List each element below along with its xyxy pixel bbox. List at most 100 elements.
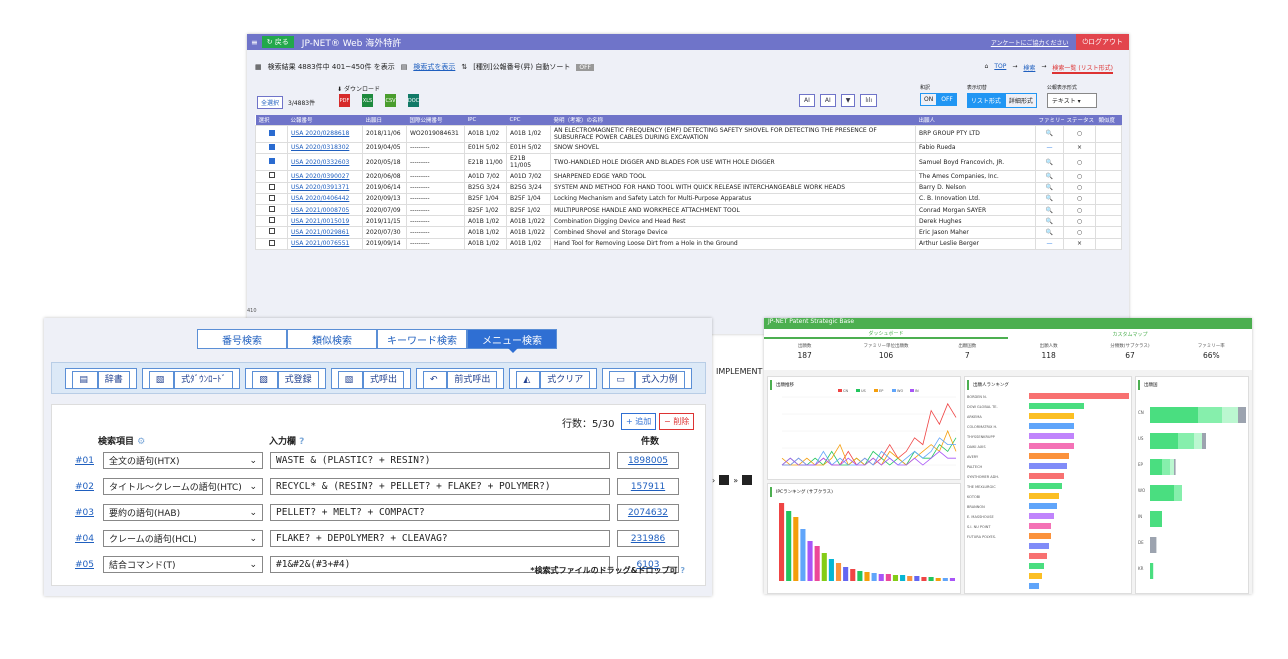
family-search-icon[interactable]: — — [1036, 238, 1064, 249]
table-row[interactable]: USA 2020/03900272020/06/08---------A01D … — [256, 171, 1122, 182]
excel-download-icon[interactable]: XLS — [362, 94, 373, 107]
family-search-icon[interactable]: 🔍 — [1036, 193, 1064, 204]
publication-number-link[interactable]: USA 2021/0015019 — [288, 216, 363, 227]
tab-number-search[interactable]: 番号検索 — [197, 329, 287, 349]
tab-dashboard[interactable]: ダッシュボード — [764, 330, 1008, 339]
publication-number-link[interactable]: USA 2020/0318302 — [288, 142, 363, 153]
select-all-button[interactable]: 全選択 — [257, 96, 283, 109]
field-select[interactable]: 全文の語句(HTX)⌄ — [103, 452, 263, 469]
publication-number-link[interactable]: USA 2020/0332603 — [288, 154, 363, 171]
help-icon[interactable]: ? — [680, 566, 685, 575]
pdf-download-icon[interactable]: PDF — [339, 94, 350, 107]
breadcrumb-top[interactable]: TOP — [994, 63, 1006, 74]
row-checkbox[interactable] — [269, 158, 275, 164]
hit-count-link[interactable]: 157911 — [617, 478, 679, 495]
page-box[interactable] — [742, 475, 752, 485]
column-header[interactable]: 発明（考案）の名称 — [551, 115, 916, 125]
publication-number-link[interactable]: USA 2021/0008705 — [288, 205, 363, 216]
tab-similar-search[interactable]: 類似検索 — [287, 329, 377, 349]
family-search-icon[interactable]: 🔍 — [1036, 171, 1064, 182]
hit-count-link[interactable]: 2074632 — [617, 504, 679, 521]
query-input[interactable]: PELLET? + MELT? + COMPACT? — [270, 504, 610, 521]
view-list-button[interactable]: リスト形式 — [967, 93, 1005, 108]
translation-off[interactable]: OFF — [937, 93, 957, 106]
row-checkbox[interactable] — [269, 228, 275, 234]
column-header[interactable]: IPC — [465, 115, 507, 125]
tab-menu-search[interactable]: メニュー検索 — [467, 329, 557, 349]
row-number-link[interactable]: #04 — [75, 534, 103, 544]
ai-search-icon[interactable]: AI — [799, 94, 815, 107]
menu-icon[interactable]: ≡ — [251, 38, 258, 47]
formula-example-button[interactable]: ▭ 式入力例 — [602, 368, 691, 389]
column-header[interactable]: 公報番号 — [288, 115, 363, 125]
row-checkbox[interactable] — [269, 184, 275, 190]
column-header[interactable]: 出願人 — [916, 115, 1036, 125]
query-input[interactable]: WASTE & (PLASTIC? + RESIN?) — [270, 452, 610, 469]
dictionary-button[interactable]: ▤ 辞書 — [65, 368, 136, 389]
table-row[interactable]: USA 2020/03913712019/06/14---------B25G … — [256, 182, 1122, 193]
view-detail-button[interactable]: 詳細形式 — [1005, 93, 1037, 108]
tab-keyword-search[interactable]: キーワード検索 — [377, 329, 467, 349]
column-header[interactable]: 選択 — [256, 115, 288, 125]
family-search-icon[interactable]: 🔍 — [1036, 227, 1064, 238]
publication-number-link[interactable]: USA 2020/0288618 — [288, 125, 363, 142]
formula-download-button[interactable]: ▧ 式ﾀﾞｳﾝﾛｰﾄﾞ — [142, 368, 240, 389]
translation-on[interactable]: ON — [920, 93, 937, 106]
table-row[interactable]: USA 2020/04064422020/09/13---------B25F … — [256, 193, 1122, 204]
table-row[interactable]: USA 2021/00765512019/09/14---------A01B … — [256, 238, 1122, 249]
publication-number-link[interactable]: USA 2020/0406442 — [288, 193, 363, 204]
family-search-icon[interactable]: 🔍 — [1036, 182, 1064, 193]
table-row[interactable]: USA 2021/00298612020/07/30---------A01B … — [256, 227, 1122, 238]
logout-button[interactable]: ⏻ ログアウト — [1076, 34, 1129, 50]
doc-download-icon[interactable]: DOC — [408, 94, 419, 107]
row-checkbox[interactable] — [269, 240, 275, 246]
row-checkbox[interactable] — [269, 130, 275, 136]
column-header[interactable]: ファミリー — [1036, 115, 1064, 125]
row-number-link[interactable]: #01 — [75, 456, 103, 466]
next-icon[interactable]: › — [712, 476, 715, 485]
row-number-link[interactable]: #05 — [75, 560, 103, 570]
query-input[interactable]: RECYCL* & (RESIN? + PELLET? + FLAKE? + P… — [270, 478, 610, 495]
publication-number-link[interactable]: USA 2021/0076551 — [288, 238, 363, 249]
column-header[interactable]: 類似度 — [1096, 115, 1122, 125]
publication-number-link[interactable]: USA 2020/0391371 — [288, 182, 363, 193]
family-search-icon[interactable]: 🔍 — [1036, 125, 1064, 142]
query-input[interactable]: FLAKE? + DEPOLYMER? + CLEAVAG? — [270, 530, 610, 547]
ai-sort-icon[interactable]: AI — [820, 94, 836, 107]
auto-sort-toggle[interactable]: OFF — [576, 64, 594, 71]
previous-formula-button[interactable]: ↶ 前式呼出 — [416, 368, 504, 389]
family-search-icon[interactable]: 🔍 — [1036, 216, 1064, 227]
table-row[interactable]: USA 2020/02886182018/11/06WO2019084631A0… — [256, 125, 1122, 142]
tab-custom-map[interactable]: カスタムマップ — [1008, 331, 1252, 338]
csv-download-icon[interactable]: CSV — [385, 94, 396, 107]
formula-load-button[interactable]: ▧ 式呼出 — [331, 368, 411, 389]
family-search-icon[interactable]: 🔍 — [1036, 154, 1064, 171]
gear-icon[interactable]: ⚙ — [137, 437, 145, 447]
column-header[interactable]: ステータス — [1064, 115, 1096, 125]
hit-count-link[interactable]: 1898005 — [617, 452, 679, 469]
hit-count-link[interactable]: 231986 — [617, 530, 679, 547]
last-icon[interactable]: » — [733, 476, 738, 485]
field-select[interactable]: 要約の語句(HAB)⌄ — [103, 504, 263, 521]
help-icon[interactable]: ? — [299, 437, 304, 447]
row-checkbox[interactable] — [269, 206, 275, 212]
family-search-icon[interactable]: 🔍 — [1036, 205, 1064, 216]
table-row[interactable]: USA 2020/03326032020/05/18---------E21B … — [256, 154, 1122, 171]
row-checkbox[interactable] — [269, 144, 275, 150]
field-select[interactable]: クレームの語句(HCL)⌄ — [103, 530, 263, 547]
table-row[interactable]: USA 2021/00087052020/07/09---------B25F … — [256, 205, 1122, 216]
column-header[interactable]: 出願日 — [363, 115, 407, 125]
column-header[interactable]: CPC — [507, 115, 551, 125]
breadcrumb-search[interactable]: 検索 — [1023, 63, 1035, 74]
formula-clear-button[interactable]: ◭ 式クリア — [509, 368, 597, 389]
row-checkbox[interactable] — [269, 195, 275, 201]
table-row[interactable]: USA 2020/03183022019/04/05---------E01H … — [256, 142, 1122, 153]
table-row[interactable]: USA 2021/00150192019/11/15---------A01B … — [256, 216, 1122, 227]
delete-row-button[interactable]: − 削除 — [659, 413, 694, 430]
row-number-link[interactable]: #03 — [75, 508, 103, 518]
row-number-link[interactable]: #02 — [75, 482, 103, 492]
show-formula-link[interactable]: 検索式を表示 — [413, 62, 455, 72]
publication-number-link[interactable]: USA 2020/0390027 — [288, 171, 363, 182]
field-select[interactable]: 結合コマンド(T)⌄ — [103, 556, 263, 573]
row-checkbox[interactable] — [269, 172, 275, 178]
